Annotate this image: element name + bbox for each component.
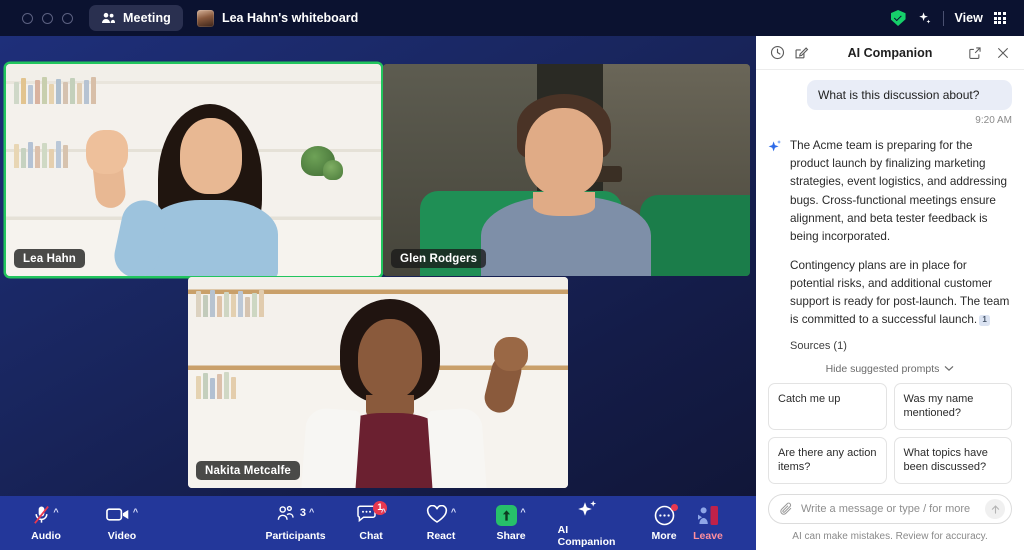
close-icon[interactable] [994, 44, 1012, 62]
toolbar-label-video: Video [107, 529, 137, 542]
heart-icon [426, 504, 447, 523]
participant-name-label: Lea Hahn [14, 249, 85, 268]
sources-label[interactable]: Sources (1) [790, 338, 1012, 355]
user-message: What is this discussion about? [807, 80, 1012, 111]
maximize-window-button[interactable] [62, 12, 73, 24]
video-tile-nakita-metcalfe[interactable]: Nakita Metcalfe [188, 277, 568, 488]
grid-icon[interactable] [993, 11, 1006, 25]
video-feed [188, 277, 568, 488]
panel-header: AI Companion [756, 36, 1024, 70]
zoom-meeting-window: Meeting Lea Hahn's whiteboard View Lea H… [0, 0, 1024, 550]
avatar [196, 9, 214, 27]
pop-out-icon[interactable] [966, 44, 984, 62]
video-tile-glen-rodgers[interactable]: Glen Rodgers [383, 64, 750, 276]
tab-whiteboard[interactable]: Lea Hahn's whiteboard [187, 5, 368, 31]
participants-icon [277, 505, 294, 520]
ai-response: The Acme team is preparing for the produ… [768, 137, 1012, 357]
ai-companion-panel: AI Companion What is this discussion abo… [756, 36, 1024, 550]
toolbar-button-ai-companion[interactable]: AI Companion [557, 499, 616, 548]
chevron-up-icon[interactable]: ^ [133, 501, 138, 523]
ai-paragraph-1: The Acme team is preparing for the produ… [790, 139, 1007, 243]
microphone-muted-icon [34, 505, 50, 524]
tab-whiteboard-label: Lea Hahn's whiteboard [221, 11, 359, 25]
close-window-button[interactable] [22, 12, 33, 24]
participant-name-label: Glen Rodgers [391, 249, 487, 268]
more-notification-dot [670, 503, 678, 511]
toolbar-label-audio: Audio [31, 529, 61, 542]
toolbar-label-chat: Chat [359, 529, 383, 542]
toolbar-button-share[interactable]: ^ Share [489, 504, 533, 542]
hide-suggested-prompts-label: Hide suggested prompts [825, 362, 940, 375]
camera-icon [106, 507, 129, 521]
sparkle-icon [768, 140, 782, 152]
chevron-up-icon[interactable]: ^ [53, 501, 58, 523]
participant-name-label: Nakita Metcalfe [196, 461, 300, 480]
toolbar-label-react: React [426, 529, 456, 542]
share-screen-icon [496, 504, 518, 526]
toolbar-button-leave[interactable]: Leave [686, 505, 730, 542]
toolbar-button-video[interactable]: ^ Video [100, 505, 144, 542]
suggested-prompt-4[interactable]: What topics have been discussed? [893, 436, 1012, 484]
compose-icon[interactable] [792, 44, 810, 62]
meeting-toolbar: ^ Audio ^ Video 3 ^ Participants 1 ^ Cha… [0, 496, 756, 550]
chevron-up-icon[interactable]: ^ [451, 501, 456, 523]
ai-paragraph-2: Contingency plans are in place for poten… [790, 258, 1010, 327]
paperclip-icon[interactable] [780, 502, 793, 516]
sparkle-icon [577, 500, 596, 516]
window-controls[interactable] [22, 12, 73, 24]
tab-meeting-label: Meeting [123, 11, 171, 25]
suggested-prompt-3[interactable]: Are there any action items? [768, 436, 887, 484]
conversation-thread[interactable]: What is this discussion about? 9:20 AM T… [756, 70, 1024, 357]
toolbar-label-more: More [651, 529, 677, 542]
tab-meeting[interactable]: Meeting [89, 5, 183, 31]
toolbar-button-audio[interactable]: ^ Audio [24, 505, 68, 542]
title-bar: Meeting Lea Hahn's whiteboard View [0, 0, 1024, 36]
suggested-prompt-1[interactable]: Catch me up [768, 382, 887, 430]
chevron-up-icon[interactable]: ^ [520, 501, 525, 523]
send-arrow-icon[interactable] [985, 499, 1005, 519]
leave-icon [698, 505, 718, 525]
people-icon [102, 12, 115, 23]
green-shield-icon[interactable] [890, 10, 906, 26]
video-feed [6, 64, 381, 276]
message-timestamp: 9:20 AM [975, 115, 1012, 127]
minimize-window-button[interactable] [42, 12, 53, 24]
toolbar-label-share: Share [496, 529, 526, 542]
chevron-down-icon [944, 366, 954, 372]
participant-count: 3 [299, 506, 306, 519]
citation-badge[interactable]: 1 [979, 315, 991, 326]
toolbar-label-ai-companion: AI Companion [557, 523, 616, 548]
suggested-prompts-section: Hide suggested prompts Catch me up Was m… [756, 357, 1024, 484]
composer-section: Write a message or type / for more AI ca… [756, 484, 1024, 550]
history-icon[interactable] [768, 44, 786, 62]
chevron-up-icon[interactable]: ^ [381, 501, 386, 523]
toolbar-button-participants[interactable]: 3 ^ Participants [265, 505, 326, 542]
hide-suggested-prompts-toggle[interactable]: Hide suggested prompts [768, 357, 1012, 383]
toolbar-button-react[interactable]: ^ React [419, 504, 463, 542]
message-input[interactable]: Write a message or type / for more [768, 494, 1012, 524]
video-stage: Lea Hahn Glen Rodgers Nakita Metcalfe [0, 36, 756, 550]
chevron-up-icon[interactable]: ^ [309, 501, 314, 523]
view-button-label[interactable]: View [955, 11, 983, 25]
ai-disclaimer: AI can make mistakes. Review for accurac… [792, 531, 988, 542]
message-input-placeholder: Write a message or type / for more [801, 503, 971, 515]
video-tile-lea-hahn[interactable]: Lea Hahn [6, 64, 381, 276]
video-feed [383, 64, 750, 276]
toolbar-label-participants: Participants [265, 529, 326, 542]
sparkle-icon[interactable] [917, 11, 932, 26]
toolbar-label-leave: Leave [693, 529, 723, 542]
toolbar-button-chat[interactable]: 1 ^ Chat [349, 500, 393, 542]
suggested-prompt-2[interactable]: Was my name mentioned? [893, 382, 1012, 430]
divider [942, 10, 944, 26]
toolbar-button-more[interactable]: More [642, 503, 686, 542]
